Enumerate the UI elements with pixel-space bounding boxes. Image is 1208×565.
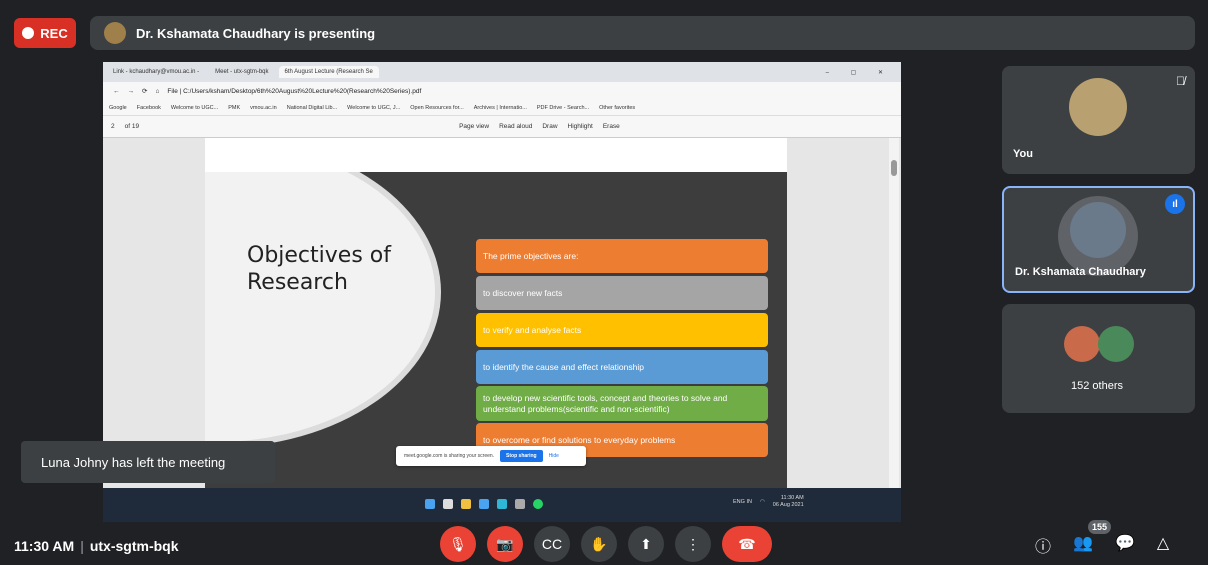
slide-circle [205,172,435,442]
pdf-draw: Draw [542,123,558,130]
stop-sharing-button: Stop sharing [500,450,543,462]
camera-icon [515,499,525,509]
more-vert-icon[interactable]: ⋮ [675,526,711,562]
scroll-thumb [891,160,897,176]
people-icon[interactable]: 👥 [1073,533,1093,557]
sharing-text: meet.google.com is sharing your screen. [404,453,495,459]
presenter-text: Dr. Kshamata Chaudhary is presenting [136,25,376,41]
end-call-icon[interactable]: ☎ [722,526,772,562]
participant-name: You [1013,148,1033,160]
objective-box: to develop new scientific tools, concept… [476,386,768,421]
store-icon [479,499,489,509]
bookmark: National Digital Lib... [286,104,338,111]
slide: Objectives of Research The prime objecti… [205,172,787,488]
objective-box: to identify the cause and effect relatio… [476,350,768,384]
participant-count-badge: 155 [1088,520,1112,534]
search-icon [443,499,453,509]
bottom-bar: 11:30 AM | utx-sgtm-bqk 🎙 📷 CC ✋ ⬆ ⋮ ☎ ⓘ 👥… [0,520,1208,565]
presenter-avatar [104,22,126,44]
start-icon [425,499,435,509]
pdf-erase: Erase [602,123,620,130]
participant-name: Dr. Kshamata Chaudhary [1015,266,1146,278]
pdf-page-number: 2 [111,123,115,130]
present-icon[interactable]: ⬆ [628,526,664,562]
pdf-scrollbar [889,138,899,488]
avatar [1098,326,1134,362]
avatar [1069,78,1127,136]
browser-tab-active: 6th August Lecture (Research Se [278,66,379,78]
bookmark: Open Resources for... [410,104,464,111]
bookmark: Facebook [136,104,161,111]
address-bar: ← → ⟳ ⌂ File | C:/Users/ksham/Desktop/6t… [103,82,901,100]
tray-date: 06 Aug 2021 [772,502,804,508]
meeting-info: 11:30 AM | utx-sgtm-bqk [14,538,179,554]
objective-box: The prime objectives are: [476,239,768,273]
bookmark: vmou.ac.in [250,104,277,111]
record-dot-icon [22,27,35,39]
presenter-bar: Dr. Kshamata Chaudhary is presenting [90,16,1195,50]
avatar [1064,326,1100,362]
tray-time: 11:30 AM [780,495,804,501]
window-controls: – ▢ ✕ [825,69,893,76]
avatar [1070,202,1126,258]
bookmark: Archives | Internatio... [473,104,527,111]
browser-tabs: Link - kchaudhary@vmou.ac.in - Meet - ut… [103,62,901,82]
activities-icon[interactable]: △ [1157,533,1169,557]
wifi-icon: ◠ [759,499,765,505]
browser-tab: Meet - utx-sgtm-bqk [215,69,269,75]
hide-link: Hide [548,453,559,459]
forward-icon: → [127,87,135,95]
camera-off-icon[interactable]: 📷 [487,526,523,562]
objective-box: to verify and analyse facts [476,313,768,347]
meeting-code: utx-sgtm-bqk [89,538,179,554]
meeting-time: 11:30 AM [14,538,75,554]
bookmark: Welcome to UGC, J... [347,104,401,111]
pdf-page-view: Page view [459,123,490,130]
mic-off-icon[interactable]: 🎙 [440,526,476,562]
system-tray: ENG IN ◠ 11:30 AM 06 Aug 2021 [733,495,804,509]
mic-off-icon: 🎙̸ [1176,74,1185,88]
chat-icon[interactable]: 💬 [1115,533,1135,557]
whatsapp-icon [533,499,543,509]
bookmarks-bar: Google Facebook Welcome to UGC... PMK vm… [103,100,901,116]
info-icon[interactable]: ⓘ [1035,533,1051,557]
address-url: File | C:/Users/ksham/Desktop/6th%20Augu… [167,87,422,95]
participant-tile-you[interactable]: 🎙̸ You [1002,66,1195,174]
bookmark: PMK [228,104,241,111]
notification-toast: Luna Johny has left the meeting [21,441,275,483]
edge-icon [497,499,507,509]
rec-label: REC [40,25,68,41]
taskbar-icons [425,499,543,509]
folder-icon [461,499,471,509]
slide-title: Objectives of Research [247,243,391,295]
windows-taskbar: ENG IN ◠ 11:30 AM 06 Aug 2021 [103,488,901,522]
pdf-toolbar: 2 of 19 Page view Read aloud Draw Highli… [103,116,901,138]
bookmark: Welcome to UGC... [170,104,219,111]
participant-name: 152 others [1071,380,1123,392]
call-controls: 🎙 📷 CC ✋ ⬆ ⋮ ☎ [440,526,772,562]
pdf-page-top [205,138,787,172]
top-bar: REC Dr. Kshamata Chaudhary is presenting [0,0,1208,58]
sharing-notice: meet.google.com is sharing your screen. … [396,446,586,466]
browser-tab: Link - kchaudhary@vmou.ac.in - [113,69,200,75]
tray-language: ENG IN [733,499,752,505]
raise-hand-icon[interactable]: ✋ [581,526,617,562]
pdf-read-aloud: Read aloud [499,123,533,130]
recording-indicator: REC [14,18,76,48]
speaking-indicator-icon: ıl [1165,194,1185,214]
right-controls: ⓘ 👥 💬 △ [1035,533,1169,557]
objective-box: to discover new facts [476,276,768,310]
pdf-page-count: of 19 [124,123,140,130]
pdf-highlight: Highlight [567,123,593,130]
bookmark: Other favorites [599,104,636,111]
tray-clock: 11:30 AM 06 Aug 2021 [773,495,804,509]
home-icon: ⌂ [155,87,160,95]
bookmark: PDF Drive - Search... [536,104,590,111]
bookmark: Google [109,104,127,111]
participant-tile-presenter[interactable]: ıl Dr. Kshamata Chaudhary [1002,186,1195,293]
back-icon: ← [113,87,120,95]
captions-icon[interactable]: CC [534,526,570,562]
reload-icon: ⟳ [142,88,148,95]
participant-tile-others[interactable]: 152 others [1002,304,1195,413]
